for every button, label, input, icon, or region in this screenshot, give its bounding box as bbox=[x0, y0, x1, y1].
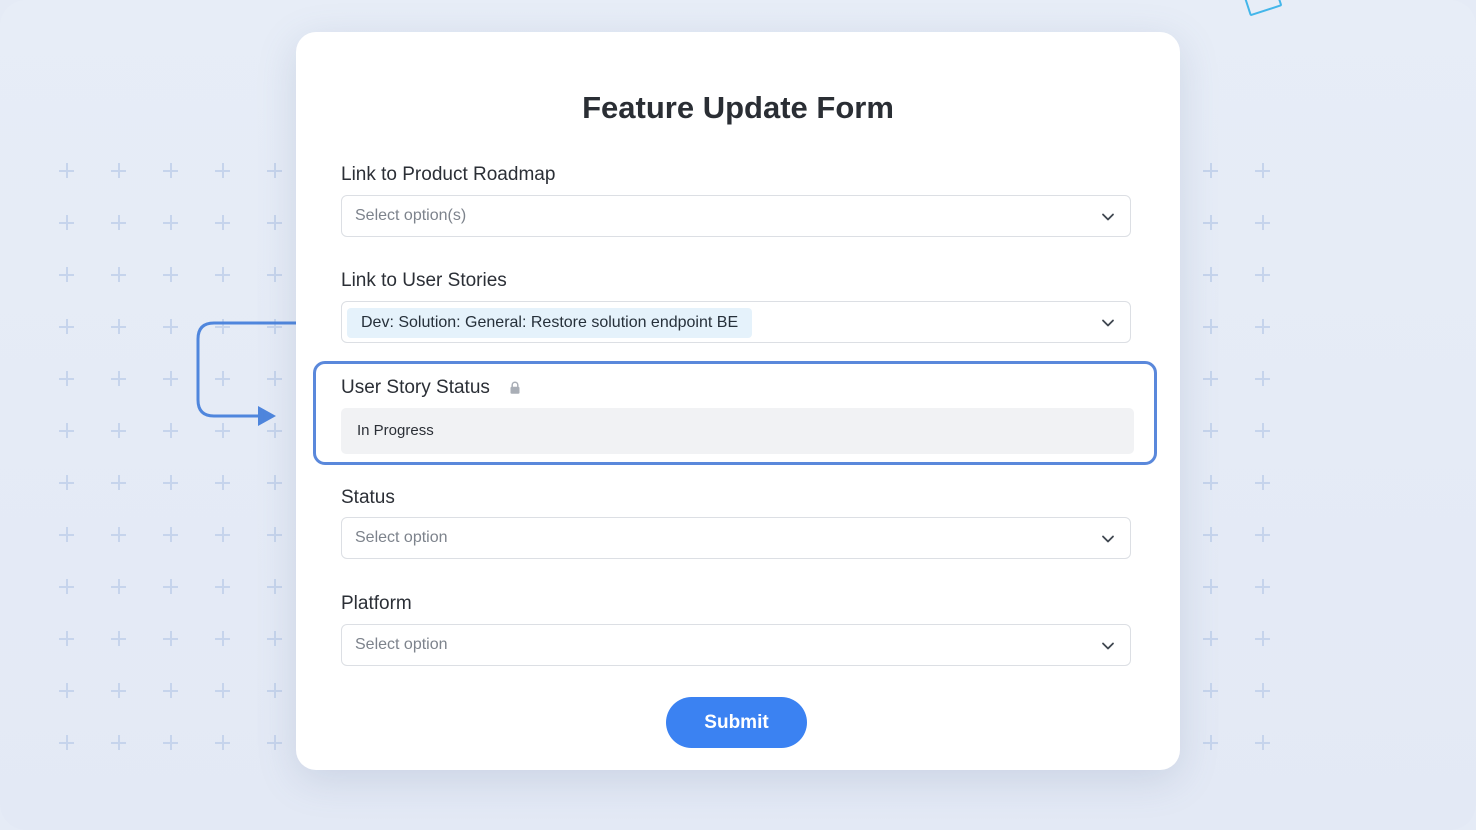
status-label: Status bbox=[341, 487, 395, 508]
roadmap-select[interactable]: Select option(s) bbox=[341, 195, 1131, 237]
chevron-down-icon bbox=[1102, 213, 1114, 221]
form-title: Feature Update Form bbox=[582, 90, 894, 125]
status-placeholder: Select option bbox=[355, 529, 448, 546]
submit-button[interactable]: Submit bbox=[666, 697, 807, 748]
roadmap-placeholder: Select option(s) bbox=[355, 207, 467, 224]
user-story-status-field: In Progress bbox=[341, 408, 1134, 454]
user-stories-label: Link to User Stories bbox=[341, 270, 507, 291]
status-select[interactable]: Select option bbox=[341, 517, 1131, 559]
user-stories-select[interactable]: Dev: Solution: General: Restore solution… bbox=[341, 301, 1131, 343]
user-story-tag[interactable]: Dev: Solution: General: Restore solution… bbox=[347, 308, 753, 338]
user-story-status-value: In Progress bbox=[357, 422, 434, 439]
platform-label: Platform bbox=[341, 593, 412, 614]
feature-update-form: Feature Update Form Link to Product Road… bbox=[296, 32, 1180, 770]
chevron-down-icon bbox=[1102, 642, 1114, 650]
user-story-status-label: User Story Status bbox=[341, 377, 490, 398]
roadmap-label: Link to Product Roadmap bbox=[341, 164, 556, 185]
chevron-down-icon bbox=[1102, 319, 1114, 327]
platform-select[interactable]: Select option bbox=[341, 624, 1131, 666]
platform-placeholder: Select option bbox=[355, 636, 448, 653]
lock-icon bbox=[510, 381, 520, 394]
chevron-down-icon bbox=[1102, 535, 1114, 543]
